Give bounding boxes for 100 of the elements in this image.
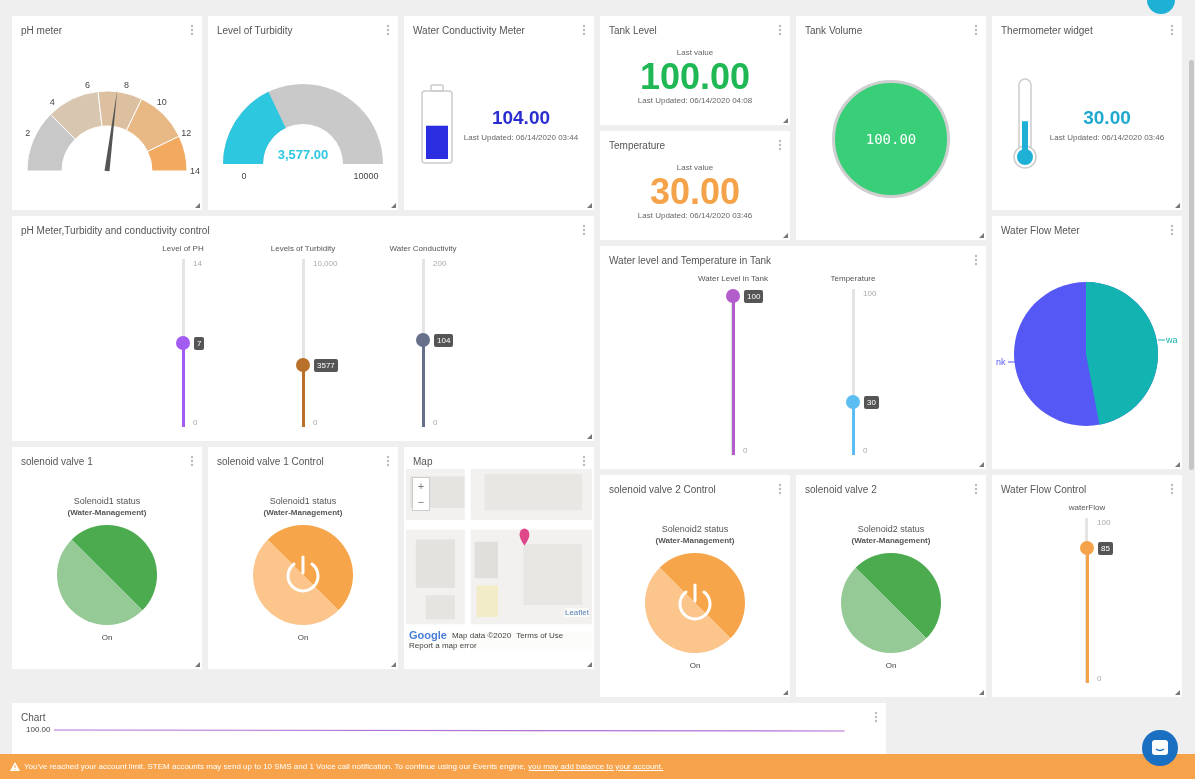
device-name: (Water-Management) [655, 536, 735, 545]
last-value: 100.00 [639, 56, 751, 97]
resize-handle-icon[interactable] [587, 662, 592, 667]
gauge-tick-label: 2 [25, 127, 31, 138]
last-updated: Last Updated: 06/14/2020 03:46 [1049, 132, 1165, 142]
card-title: Tank Volume [805, 24, 863, 36]
gauge-tick-label: 4 [49, 97, 55, 108]
slider-label: Temperature [830, 274, 876, 283]
last-updated: Last Updated: 06/14/2020 04:08 [637, 96, 753, 106]
slider-thumb[interactable] [416, 332, 430, 347]
slider-max-label: 200 [433, 259, 447, 268]
slider-thumb[interactable] [846, 395, 860, 410]
slider-max-label: 100 [863, 289, 877, 298]
pie-label: nk [996, 356, 1006, 367]
slider-label: waterFlow [1068, 503, 1106, 512]
slider-value: 104 [434, 333, 454, 347]
resize-handle-icon[interactable] [587, 203, 592, 208]
gauge-max-label: 10000 [353, 171, 379, 181]
card-title: Map [413, 455, 433, 467]
resize-handle-icon[interactable] [783, 233, 788, 238]
status-text: On [885, 661, 897, 670]
resize-handle-icon[interactable] [1175, 203, 1180, 208]
gauge-tick-label: 14 [190, 166, 200, 176]
card-title: solenoid valve 1 Control [217, 455, 324, 467]
resize-handle-icon[interactable] [587, 434, 592, 439]
last-updated: Last Updated: 06/14/2020 03:44 [463, 132, 579, 142]
slider-max-label: 14 [193, 259, 202, 268]
resize-handle-icon[interactable] [979, 462, 984, 467]
status-text: On [101, 633, 113, 642]
tank-volume-value: 100.00 [832, 80, 950, 198]
resize-handle-icon[interactable] [1175, 462, 1180, 467]
power-switch[interactable] [253, 525, 353, 625]
slider-max-label: 100 [1097, 518, 1111, 527]
scrollbar[interactable] [1189, 60, 1194, 470]
slider-value: 100 [744, 290, 764, 303]
resize-handle-icon[interactable] [783, 690, 788, 695]
account-limit-message: You've reached your account limit. STEM accounts may send up to 10 SMS and 1 Voice call notification. To continue using our Events engine, you may add balance to your account. [24, 762, 664, 771]
status-text: On [689, 661, 701, 670]
gauge-tick-label: 8 [124, 80, 130, 91]
device-name: (Water-Management) [263, 508, 343, 517]
resize-handle-icon[interactable] [783, 118, 788, 123]
leader-line [1007, 361, 1016, 362]
gauge-min-label: 0 [241, 171, 247, 181]
card-title: solenoid valve 2 [805, 483, 877, 495]
card-title: solenoid valve 2 Control [609, 483, 716, 495]
card-title: Tank Level [609, 24, 657, 36]
resize-handle-icon[interactable] [1175, 690, 1180, 695]
status-text: On [297, 633, 309, 642]
slider-value: 7 [194, 337, 205, 350]
value-caption: Last value [676, 47, 714, 57]
card-title: Water Flow Control [1001, 483, 1087, 495]
slider-value: 30 [864, 396, 879, 410]
value-caption: Last value [676, 162, 714, 172]
device-name: (Water-Management) [67, 508, 147, 517]
card-title: Thermometer widget [1001, 24, 1093, 36]
status-label: Solenoid2 status [661, 524, 729, 534]
card-title: Water Conductivity Meter [413, 24, 525, 36]
map-attribution-link[interactable]: Map data ©2020 [451, 630, 512, 640]
slider-thumb[interactable] [1080, 540, 1094, 555]
resize-handle-icon[interactable] [979, 233, 984, 238]
card-title: Chart [21, 711, 46, 723]
resize-handle-icon[interactable] [391, 662, 396, 667]
card-title: solenoid valve 1 [21, 455, 93, 467]
slider-label: Levels of Turbidity [270, 244, 336, 253]
slider-label: Water Level in Tank [698, 274, 768, 283]
device-name: (Water-Management) [851, 536, 931, 545]
last-updated: Last Updated: 06/14/2020 03:46 [637, 211, 753, 221]
meter-value: 104.00 [491, 106, 551, 129]
card-title: pH meter [21, 24, 63, 36]
google-logo: Google [409, 629, 447, 641]
map-attribution-link[interactable]: Terms of Use [516, 630, 564, 640]
leader-line [1157, 339, 1166, 340]
card-title: Level of Turbidity [217, 24, 293, 36]
slider-value: 3577 [314, 358, 338, 372]
slider-thumb[interactable] [176, 336, 190, 350]
card-title: Water Flow Meter [1001, 224, 1080, 236]
gauge-tick-label: 10 [156, 97, 167, 108]
last-value: 30.00 [649, 171, 741, 212]
resize-handle-icon[interactable] [195, 203, 200, 208]
slider-label: Level of PH [162, 244, 204, 253]
power-switch[interactable] [645, 553, 745, 653]
chat-icon [1150, 738, 1170, 758]
resize-handle-icon[interactable] [391, 203, 396, 208]
leaflet-link[interactable]: Leaflet [564, 608, 589, 617]
gauge-tick-label: 12 [181, 127, 192, 138]
slider-max-label: 10,000 [313, 259, 338, 268]
resize-handle-icon[interactable] [979, 690, 984, 695]
card-title: pH Meter,Turbidity and conductivity control [21, 224, 210, 236]
slider-min-label: 0 [743, 446, 748, 455]
card-title: Water level and Temperature in Tank [609, 254, 772, 266]
slider-min-label: 0 [193, 418, 198, 427]
chat-button[interactable] [1142, 730, 1178, 766]
status-label: Solenoid2 status [857, 524, 925, 534]
map-attribution-link[interactable]: Report a map error [409, 641, 477, 650]
card-title: Temperature [609, 139, 666, 151]
slider-thumb[interactable] [296, 357, 310, 372]
slider-value: 85 [1098, 541, 1113, 555]
slider-thumb[interactable] [726, 289, 740, 303]
resize-handle-icon[interactable] [195, 662, 200, 667]
slider-min-label: 0 [433, 418, 438, 427]
